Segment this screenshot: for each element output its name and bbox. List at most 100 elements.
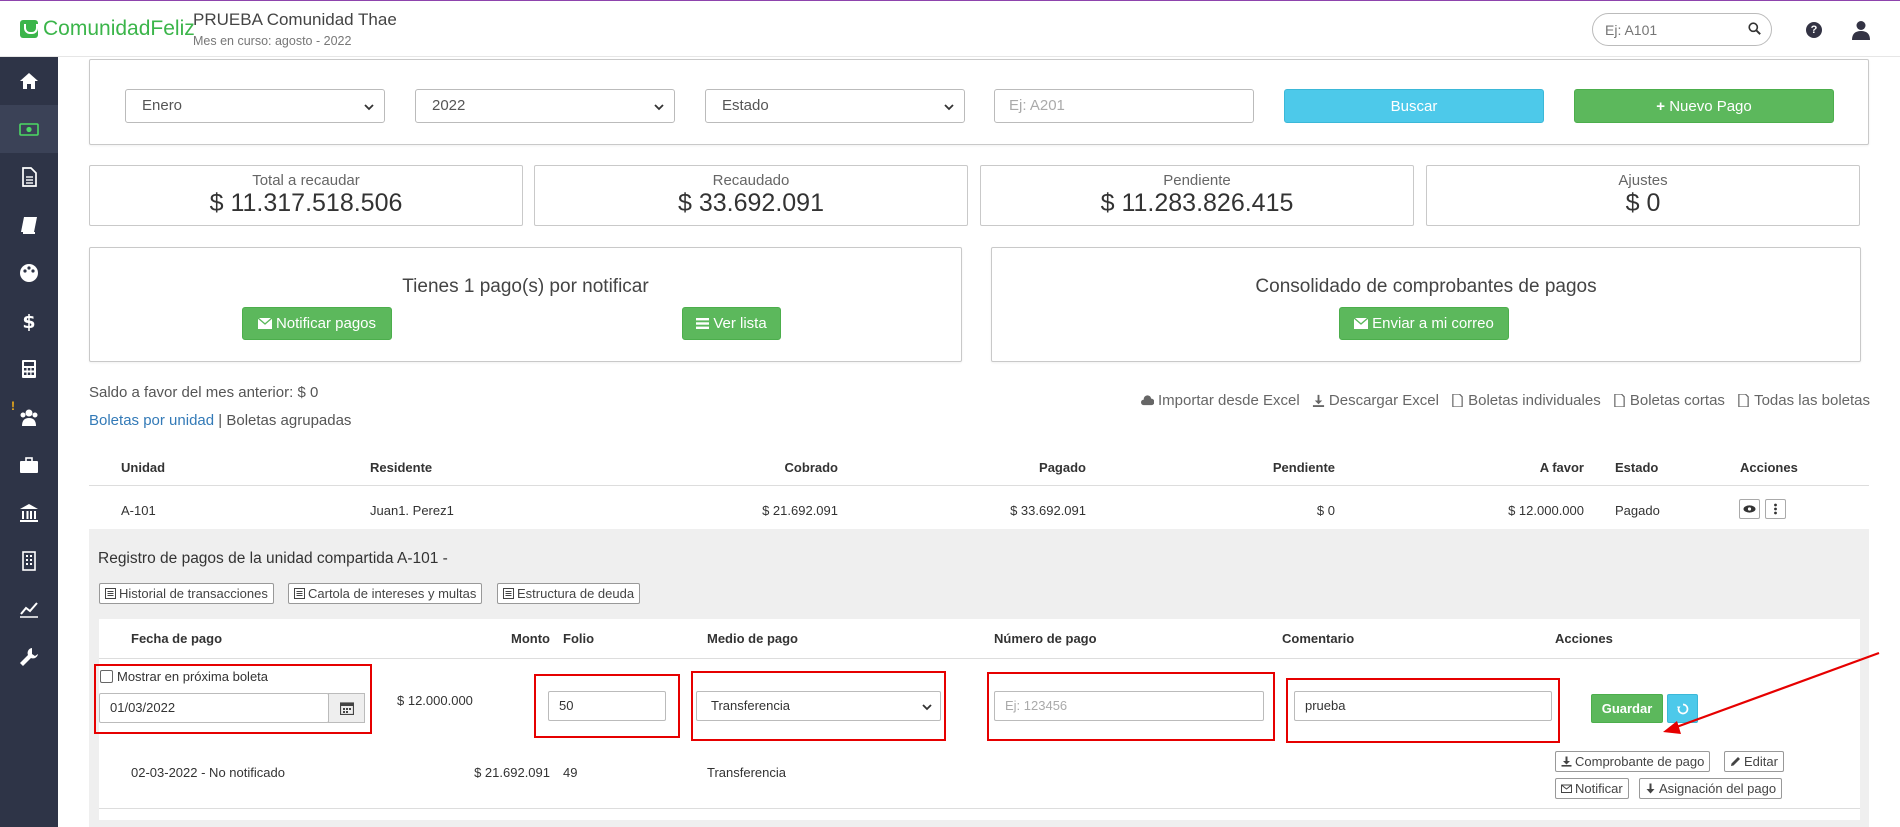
interest-statement-button[interactable]: Cartola de intereses y multas <box>288 583 483 604</box>
sidebar-item-reports[interactable] <box>0 585 58 633</box>
sidebar-item-home[interactable] <box>0 57 58 105</box>
unit-filter-input[interactable]: Ej: A201 <box>994 89 1254 123</box>
sidebar-item-residents[interactable]: ! <box>0 393 58 441</box>
payment-number-input[interactable]: Ej: 123456 <box>994 691 1264 721</box>
sidebar-item-building[interactable] <box>0 537 58 585</box>
all-receipts-link[interactable]: Todas las boletas <box>1737 392 1870 409</box>
month-select[interactable]: Enero <box>125 89 385 123</box>
transaction-history-button[interactable]: Historial de transacciones <box>99 583 274 604</box>
more-options-button[interactable] <box>1765 499 1786 519</box>
individual-receipts-link[interactable]: Boletas individuales <box>1451 392 1601 409</box>
stat-adjustments: Ajustes $ 0 <box>1426 165 1860 226</box>
dollar-icon: $ <box>22 311 35 331</box>
download-excel-link[interactable]: Descargar Excel <box>1312 392 1439 409</box>
line-chart-icon <box>20 602 38 618</box>
next-receipt-option: Mostrar en próxima boleta <box>100 669 268 684</box>
col-charged: Cobrado <box>784 460 838 475</box>
list-alt-icon <box>503 588 514 599</box>
chevron-down-icon <box>922 704 932 711</box>
calendar-button[interactable] <box>328 693 365 723</box>
envelope-icon <box>1561 784 1572 793</box>
state-select[interactable]: Estado <box>705 89 965 123</box>
view-list-button[interactable]: Ver lista <box>682 307 781 340</box>
payment-row-method: Transferencia <box>707 765 786 780</box>
users-icon <box>20 409 38 426</box>
sub-table-bottom <box>99 808 1860 809</box>
row-unit[interactable]: A-101 <box>121 503 156 518</box>
edit-payment-label: Editar <box>1744 754 1778 769</box>
sidebar-item-payments[interactable] <box>0 105 58 153</box>
payment-receipt-button[interactable]: Comprobante de pago <box>1555 751 1711 772</box>
next-receipt-checkbox[interactable] <box>100 670 113 683</box>
download-icon <box>1312 394 1324 407</box>
chevron-down-icon <box>364 104 374 111</box>
view-by-unit-link[interactable]: Boletas por unidad <box>89 412 214 429</box>
view-button[interactable] <box>1739 499 1760 519</box>
user-icon[interactable] <box>1852 20 1870 40</box>
current-month: Mes en curso: agosto - 2022 <box>193 34 352 48</box>
stat-value: $ 11.283.826.415 <box>1100 189 1294 217</box>
sidebar-item-calculator[interactable] <box>0 345 58 393</box>
arrow-down-icon <box>1646 783 1655 794</box>
send-email-button[interactable]: Enviar a mi correo <box>1339 307 1509 340</box>
download-excel-label: Descargar Excel <box>1328 392 1439 409</box>
sub-col-method: Medio de pago <box>707 631 798 646</box>
chevron-down-icon <box>944 104 954 111</box>
chevron-down-icon <box>654 104 664 111</box>
stat-label: Recaudado <box>712 172 790 189</box>
stat-value: $ 11.317.518.506 <box>209 189 403 217</box>
brand-logo[interactable]: ComunidadFeliz <box>20 17 195 41</box>
row-status: Pagado <box>1615 503 1660 518</box>
folio-input[interactable]: 50 <box>548 691 666 721</box>
envelope-icon <box>257 309 273 340</box>
sidebar-item-bank[interactable] <box>0 489 58 537</box>
payment-method-select[interactable]: Transferencia <box>696 691 941 721</box>
document-icon <box>22 167 37 187</box>
new-payment-button[interactable]: + Nuevo Pago <box>1574 89 1834 123</box>
book-icon <box>21 217 37 234</box>
state-select-value: Estado <box>722 97 769 114</box>
search-button[interactable]: Buscar <box>1284 89 1544 123</box>
sidebar-item-documents[interactable] <box>0 153 58 201</box>
year-select[interactable]: 2022 <box>415 89 675 123</box>
notify-payment-button[interactable]: Notificar <box>1555 778 1629 799</box>
payment-date-input[interactable]: 01/03/2022 <box>99 693 329 723</box>
top-search-input[interactable] <box>1605 14 1745 45</box>
view-list-label: Ver lista <box>713 315 767 332</box>
debt-structure-label: Estructura de deuda <box>517 586 635 601</box>
stat-label: Ajustes <box>1618 172 1668 189</box>
month-select-value: Enero <box>142 97 183 114</box>
payment-row-amount: $ 21.692.091 <box>474 765 550 780</box>
top-search <box>1592 13 1772 46</box>
notify-payments-button[interactable]: Notificar pagos <box>242 307 392 340</box>
payment-row-date: 02-03-2022 - No notificado <box>131 765 285 780</box>
table-divider <box>89 485 1869 486</box>
stat-value: $ 33.692.091 <box>678 189 824 217</box>
sidebar-item-book[interactable] <box>0 201 58 249</box>
sidebar-item-finance[interactable]: $ <box>0 297 58 345</box>
payment-assignment-button[interactable]: Asignación del pago <box>1639 778 1783 799</box>
notify-payments-label: Notificar pagos <box>275 315 377 332</box>
new-payment-label: Nuevo Pago <box>1669 98 1752 115</box>
sidebar-item-briefcase[interactable] <box>0 441 58 489</box>
registry-title: Registro de pagos de la unidad compartid… <box>98 550 448 567</box>
sub-col-folio: Folio <box>563 631 595 646</box>
payment-row-folio: 49 <box>563 765 578 780</box>
debt-structure-button[interactable]: Estructura de deuda <box>497 583 641 604</box>
view-separator: | <box>218 412 223 429</box>
previous-balance: Saldo a favor del mes anterior: $ 0 <box>89 384 319 401</box>
import-excel-link[interactable]: Importar desde Excel <box>1141 392 1300 409</box>
next-receipt-label: Mostrar en próxima boleta <box>117 669 269 684</box>
comment-input[interactable]: prueba <box>1294 691 1552 721</box>
sidebar-item-dashboard[interactable] <box>0 249 58 297</box>
edit-payment-button[interactable]: Editar <box>1724 751 1784 772</box>
help-icon[interactable]: ? <box>1806 22 1822 38</box>
all-receipts-label: Todas las boletas <box>1754 392 1870 409</box>
view-grouped-link[interactable]: Boletas agrupadas <box>226 412 351 429</box>
pdf-icon <box>1738 394 1749 407</box>
row-paid: $ 33.692.091 <box>1010 503 1086 518</box>
short-receipts-link[interactable]: Boletas cortas <box>1613 392 1725 409</box>
sidebar-item-settings[interactable] <box>0 633 58 681</box>
sub-col-amount: Monto <box>511 631 550 646</box>
search-icon[interactable] <box>1748 22 1761 35</box>
